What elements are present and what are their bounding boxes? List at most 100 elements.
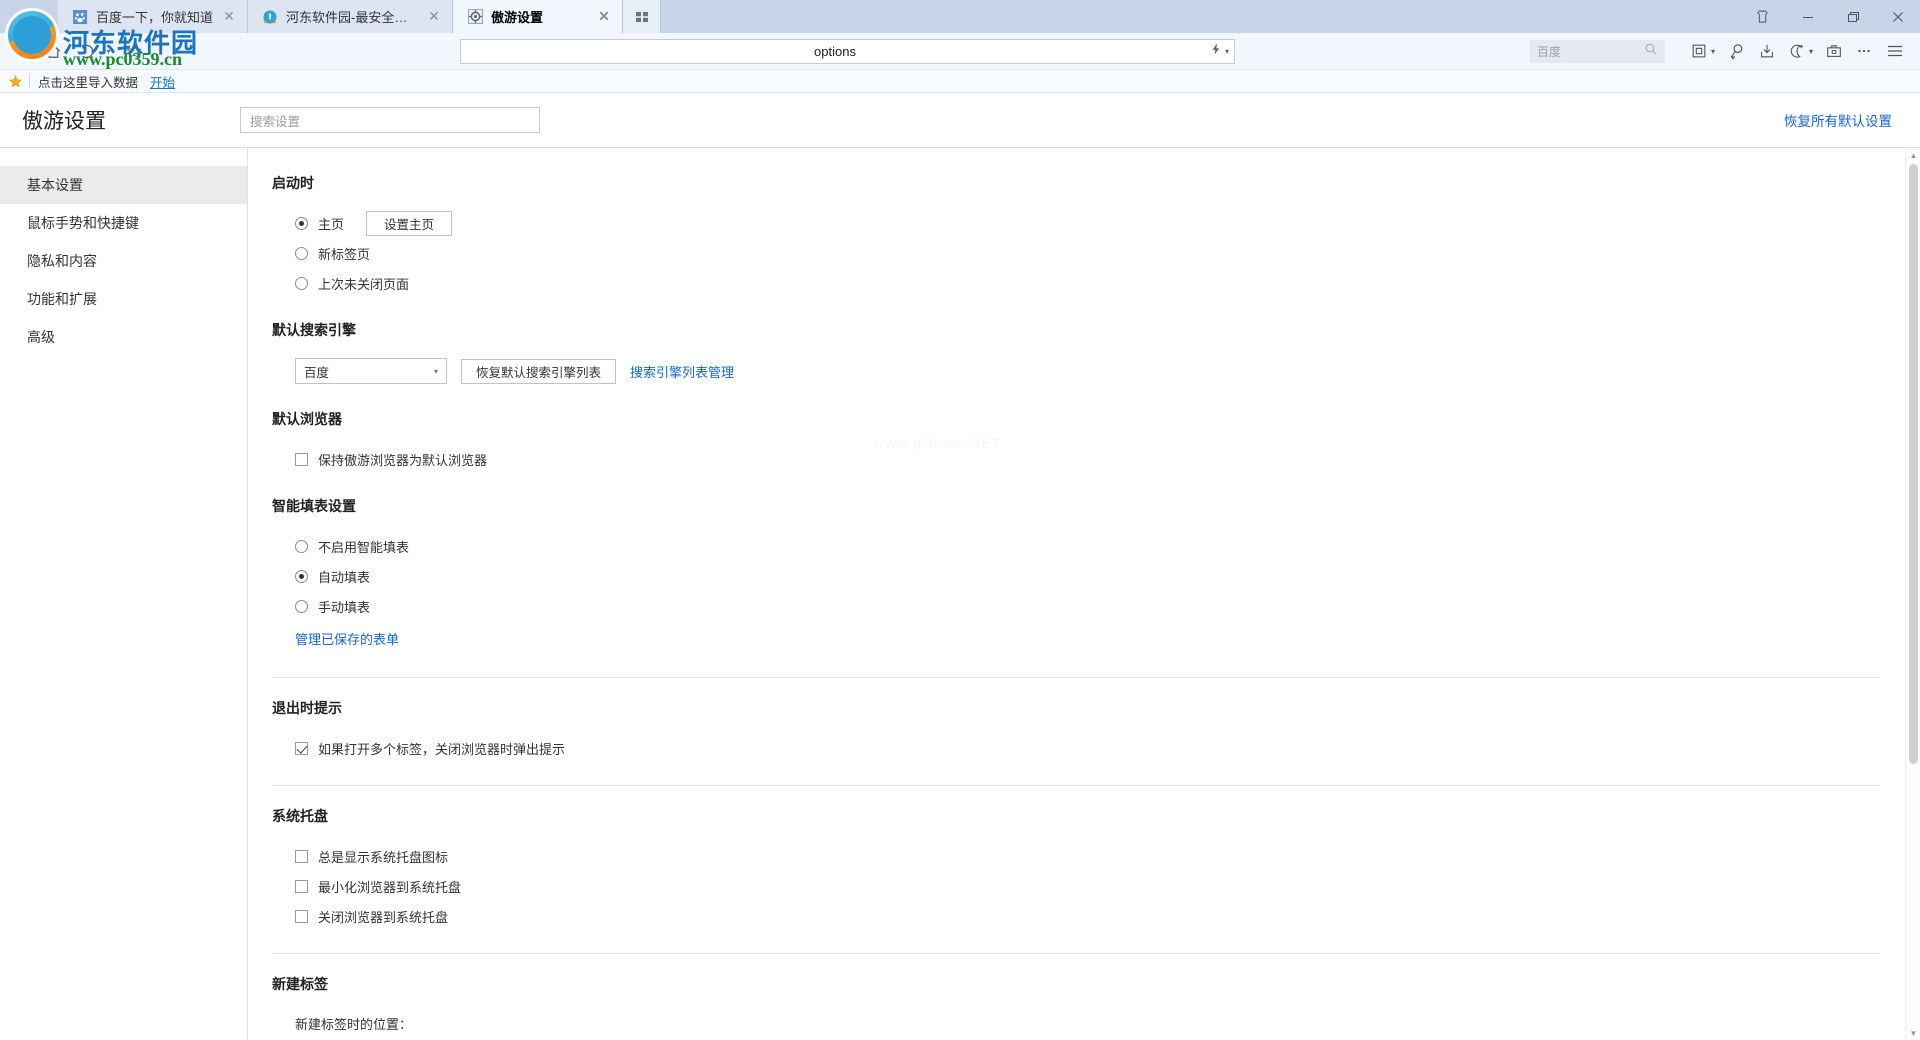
scroll-up-arrow-icon[interactable]: ▲ bbox=[1906, 148, 1920, 162]
tray-option-label: 关闭浏览器到系统托盘 bbox=[318, 909, 449, 925]
zoom-tool-button[interactable] bbox=[1722, 37, 1751, 65]
set-homepage-button[interactable]: 设置主页 bbox=[366, 210, 453, 236]
radio-lastsession[interactable] bbox=[295, 276, 308, 290]
tab-strip-empty-area[interactable] bbox=[661, 0, 1920, 33]
manage-search-engines-link[interactable]: 搜索引擎列表管理 bbox=[630, 362, 734, 381]
checkbox-tray-close[interactable] bbox=[295, 909, 308, 923]
section-title-startup: 启动时 bbox=[272, 175, 314, 191]
radio-autofill-disabled[interactable] bbox=[295, 539, 308, 553]
home-button[interactable] bbox=[38, 37, 68, 65]
startup-option-lastsession[interactable]: 上次未关闭页面 bbox=[272, 268, 1880, 298]
menu-tool-button[interactable] bbox=[1880, 37, 1910, 65]
search-engine-select[interactable]: 百度 ▾ bbox=[295, 358, 447, 384]
settings-search-input[interactable]: 搜索设置 bbox=[240, 107, 540, 133]
manage-saved-forms-link[interactable]: 管理已保存的表单 bbox=[295, 629, 399, 648]
star-filled-icon[interactable] bbox=[5, 74, 25, 89]
scrollbar-thumb[interactable] bbox=[1909, 164, 1918, 764]
browser-tab-2[interactable]: 傲游设置 ✕ bbox=[453, 0, 624, 33]
nav-dropdown-caret[interactable]: ▾ bbox=[102, 37, 115, 65]
screenshot-icon bbox=[1692, 44, 1706, 58]
download-tool-button[interactable] bbox=[1753, 37, 1781, 65]
search-icon[interactable] bbox=[1644, 42, 1658, 61]
tray-option-close[interactable]: 关闭浏览器到系统托盘 bbox=[272, 901, 1880, 931]
lightning-icon[interactable] bbox=[1209, 42, 1223, 61]
more-tool-button[interactable] bbox=[1850, 37, 1878, 65]
sidebar-item-label: 鼠标手势和快捷键 bbox=[27, 215, 139, 231]
screenshot-caret[interactable]: ▾ bbox=[1711, 47, 1715, 56]
moon-plus-icon bbox=[1790, 44, 1803, 58]
tray-option-always-show[interactable]: 总是显示系统托盘图标 bbox=[272, 841, 1880, 871]
settings-content: www.pHome.NET 启动时 主页 设置主页 新标签页 上次未关闭页面 默… bbox=[248, 148, 1920, 1040]
divider-1 bbox=[272, 677, 1880, 678]
tab-close-button[interactable]: ✕ bbox=[221, 8, 237, 25]
skin-button[interactable] bbox=[1740, 0, 1785, 33]
back-button[interactable] bbox=[6, 37, 36, 65]
section-autofill: 智能填表设置 不启用智能填表 自动填表 手动填表 管理已保存的表单 bbox=[272, 496, 1880, 651]
exit-prompt-option[interactable]: 如果打开多个标签，关闭浏览器时弹出提示 bbox=[272, 733, 1880, 763]
bookmark-bar: 点击这里导入数据 开始 bbox=[0, 70, 1920, 93]
search-input[interactable]: 百度 bbox=[1529, 39, 1665, 63]
minimize-button[interactable] bbox=[1785, 0, 1830, 33]
tray-option-label: 最小化浏览器到系统托盘 bbox=[318, 879, 462, 895]
content-scrollbar[interactable]: ▲ ▼ bbox=[1905, 148, 1920, 1040]
reset-all-defaults-link[interactable]: 恢复所有默认设置 bbox=[1784, 110, 1892, 130]
browser-tab-0[interactable]: 百度一下，你就知道 ✕ bbox=[58, 0, 249, 33]
sidebar-item-features[interactable]: 功能和扩展 bbox=[0, 280, 247, 318]
sidebar-item-privacy[interactable]: 隐私和内容 bbox=[0, 242, 247, 280]
sidebar-item-advanced[interactable]: 高级 bbox=[0, 318, 247, 356]
sidebar-item-gestures[interactable]: 鼠标手势和快捷键 bbox=[0, 204, 247, 242]
section-title-autofill: 智能填表设置 bbox=[272, 498, 356, 514]
autofill-option-auto[interactable]: 自动填表 bbox=[272, 561, 1880, 591]
address-bar[interactable]: options ▾ bbox=[460, 38, 1235, 64]
section-startup: 启动时 主页 设置主页 新标签页 上次未关闭页面 bbox=[272, 173, 1880, 298]
night-mode-caret[interactable]: ▾ bbox=[1809, 47, 1813, 56]
startup-option-homepage[interactable]: 主页 设置主页 bbox=[272, 208, 1880, 238]
radio-newtab[interactable] bbox=[295, 246, 308, 260]
settings-body: 基本设置 鼠标手势和快捷键 隐私和内容 功能和扩展 高级 www.pHome.N… bbox=[0, 148, 1920, 1040]
radio-autofill-manual[interactable] bbox=[295, 599, 308, 613]
checkbox-tray-minimize[interactable] bbox=[295, 879, 308, 893]
tab-close-button[interactable]: ✕ bbox=[426, 8, 442, 25]
checkbox-tray-always-show[interactable] bbox=[295, 849, 308, 863]
startup-option-newtab[interactable]: 新标签页 bbox=[272, 238, 1880, 268]
startup-option-label: 上次未关闭页面 bbox=[318, 276, 410, 292]
import-start-link[interactable]: 开始 bbox=[150, 72, 175, 91]
restore-search-engines-button[interactable]: 恢复默认搜索引擎列表 bbox=[461, 358, 617, 384]
baidu-paw-icon bbox=[72, 9, 88, 25]
default-browser-option[interactable]: 保持傲游浏览器为默认浏览器 bbox=[272, 444, 1880, 474]
page-title: 傲游设置 bbox=[22, 110, 106, 133]
tab-close-button[interactable]: ✕ bbox=[596, 8, 612, 25]
browser-tab-1[interactable]: 河东软件园-最安全的... ✕ bbox=[248, 0, 454, 33]
exit-prompt-label: 如果打开多个标签，关闭浏览器时弹出提示 bbox=[318, 741, 566, 757]
radio-autofill-auto[interactable] bbox=[295, 569, 308, 583]
tab-title: 傲游设置 bbox=[491, 10, 544, 25]
toolbox-tool-button[interactable] bbox=[1820, 37, 1848, 65]
chevron-down-icon: ▾ bbox=[433, 366, 438, 376]
section-default-browser: 默认浏览器 保持傲游浏览器为默认浏览器 bbox=[272, 409, 1880, 474]
reload-button[interactable] bbox=[70, 37, 100, 65]
magnifier-icon bbox=[1730, 43, 1743, 60]
sidebar-item-basic[interactable]: 基本设置 bbox=[0, 166, 247, 204]
gear-icon bbox=[467, 9, 483, 25]
night-mode-tool-button[interactable]: ▾ bbox=[1783, 37, 1818, 65]
radio-homepage[interactable] bbox=[295, 216, 308, 230]
sidebar-item-label: 基本设置 bbox=[27, 177, 83, 193]
checkbox-exit-prompt[interactable] bbox=[295, 741, 308, 755]
tray-option-minimize[interactable]: 最小化浏览器到系统托盘 bbox=[272, 871, 1880, 901]
bookmark-star-button[interactable] bbox=[117, 37, 151, 65]
window-controls bbox=[1740, 0, 1920, 33]
toolbox-icon bbox=[1827, 45, 1841, 57]
autofill-option-disabled[interactable]: 不启用智能填表 bbox=[272, 531, 1880, 561]
scroll-down-arrow-icon[interactable]: ▼ bbox=[1906, 1026, 1920, 1040]
maximize-button[interactable] bbox=[1830, 0, 1875, 33]
screenshot-tool-button[interactable]: ▾ bbox=[1685, 37, 1720, 65]
section-title-default-browser: 默认浏览器 bbox=[272, 411, 342, 427]
section-title-new-tab: 新建标签 bbox=[272, 976, 328, 992]
tab-grid-view-button[interactable] bbox=[623, 0, 662, 33]
address-bar-caret[interactable]: ▾ bbox=[1225, 47, 1229, 56]
checkbox-default-browser[interactable] bbox=[295, 452, 308, 466]
home-icon bbox=[46, 44, 60, 58]
close-button[interactable] bbox=[1875, 0, 1920, 33]
autofill-option-manual[interactable]: 手动填表 bbox=[272, 591, 1880, 621]
section-exit-prompt: 退出时提示 如果打开多个标签，关闭浏览器时弹出提示 bbox=[272, 698, 1880, 763]
